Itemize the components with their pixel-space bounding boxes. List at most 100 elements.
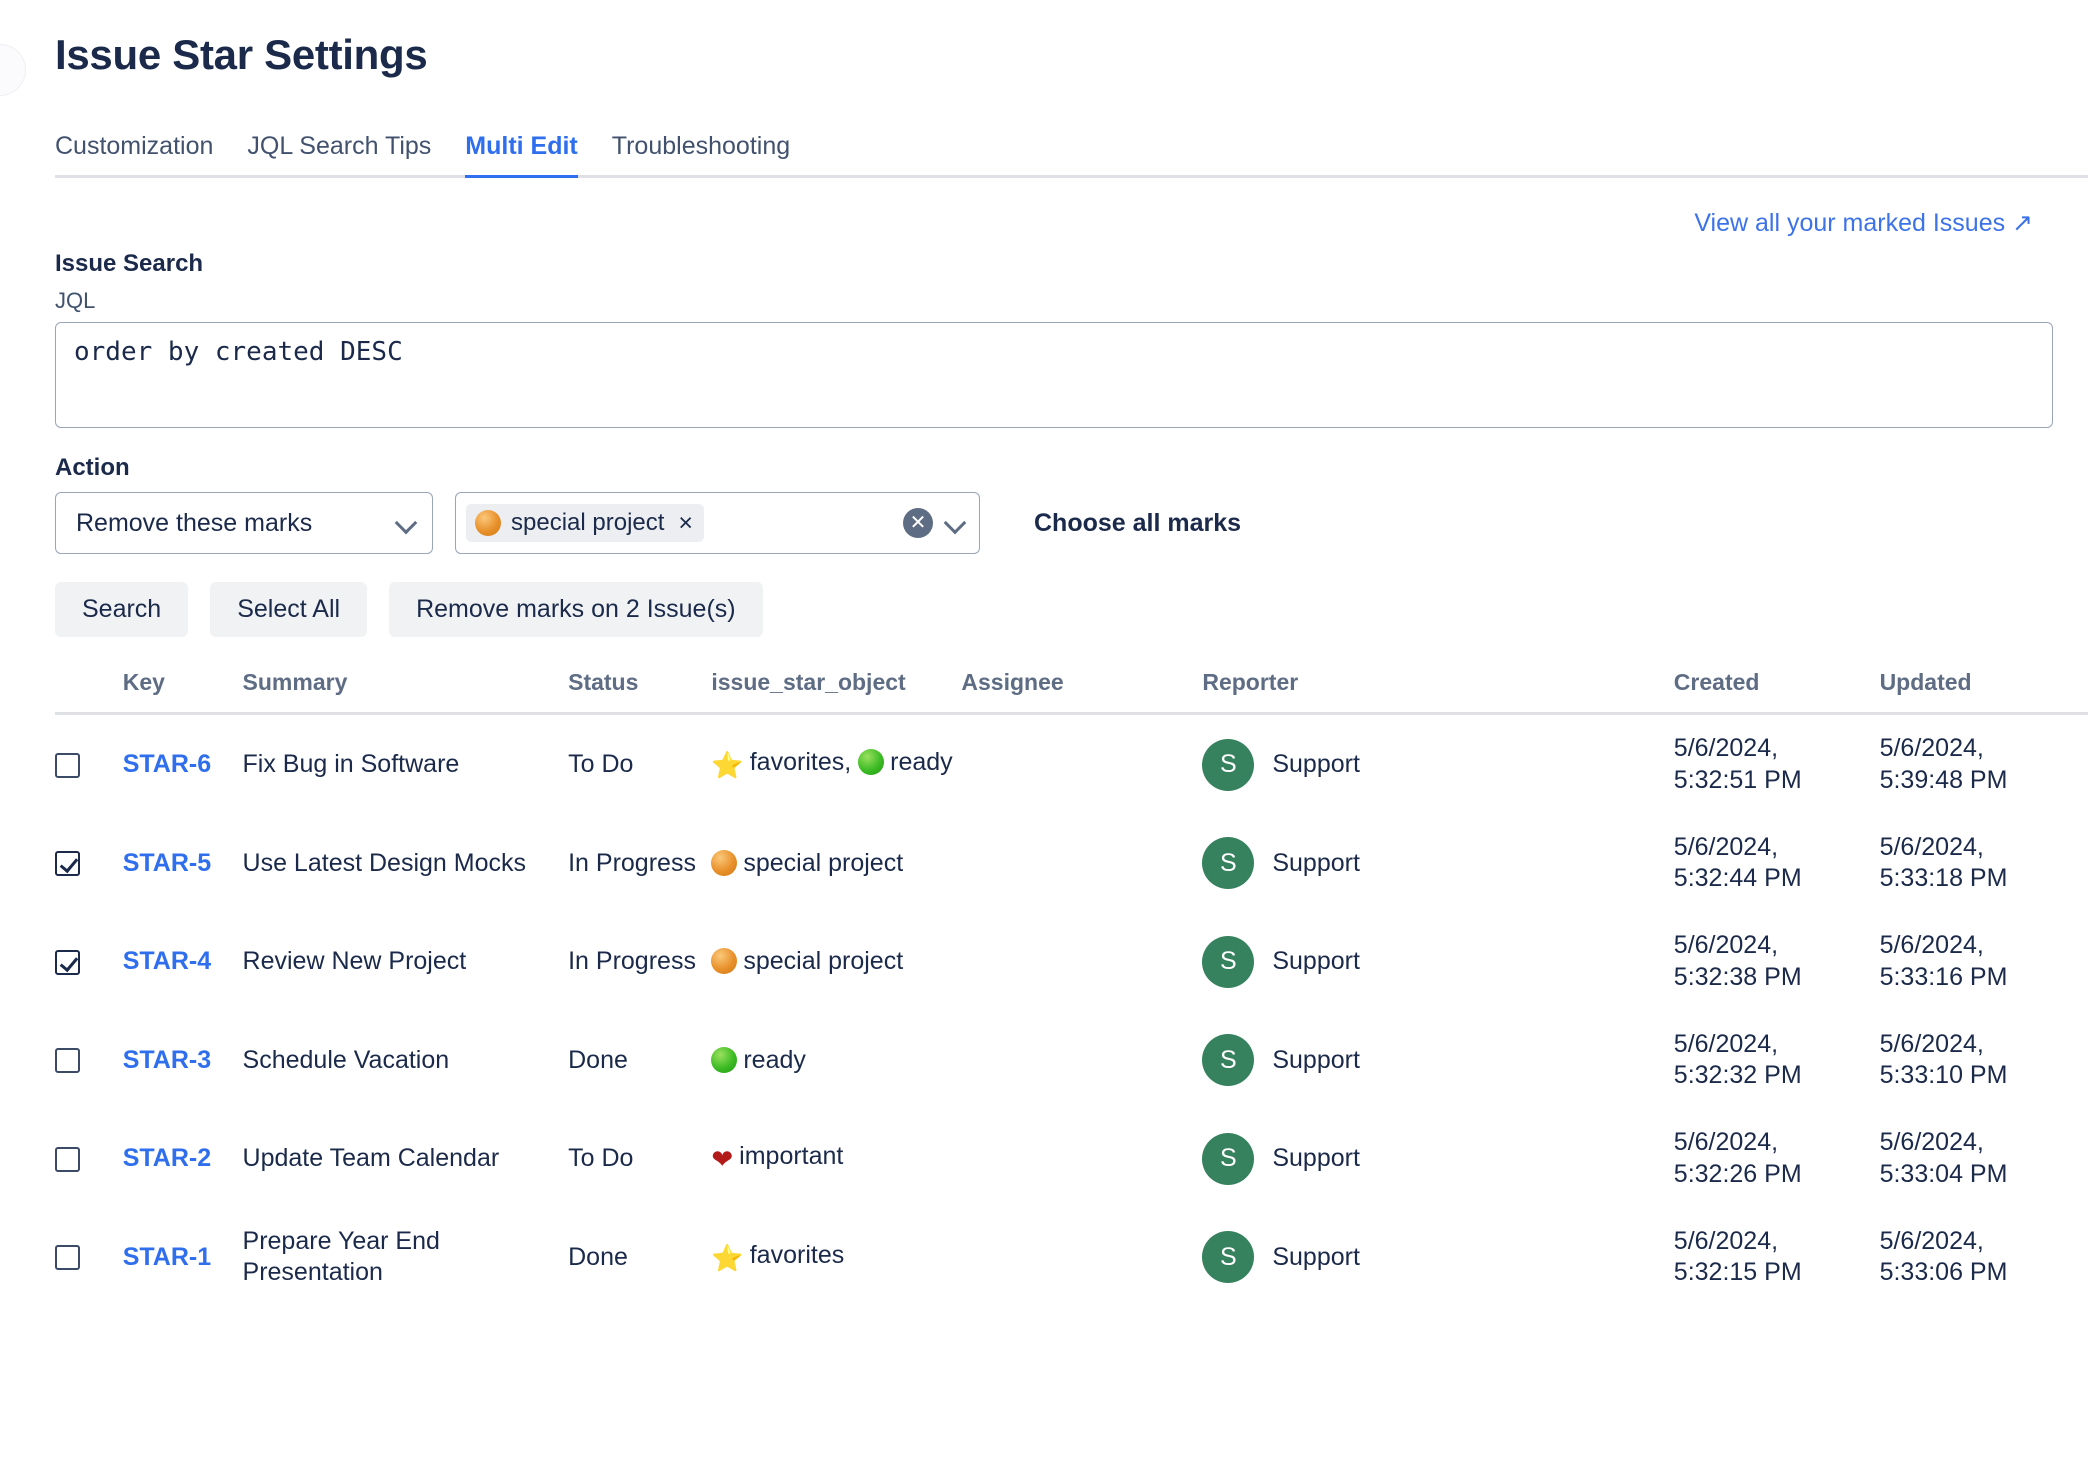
row-checkbox[interactable]	[55, 1146, 80, 1172]
status-cell: Done	[568, 1242, 628, 1271]
column-header-reporter: Reporter	[1202, 669, 1674, 716]
reporter-cell: S Support	[1202, 714, 1673, 814]
issue-key-link[interactable]: STAR-3	[123, 1046, 211, 1074]
table-row: STAR-3 Schedule Vacation Done ready S Support…	[55, 1011, 2088, 1110]
mark-label: favorites,	[749, 748, 852, 777]
chevron-down-icon	[396, 513, 416, 533]
row-checkbox[interactable]	[55, 949, 80, 975]
issue-star-object-cell: ready	[711, 1011, 961, 1110]
reporter-name: Support	[1272, 1045, 1360, 1074]
status-cell: In Progress	[568, 947, 696, 976]
mark-token-label: special project	[511, 509, 665, 537]
page-root: Issue Star Settings Customization JQL Sea…	[0, 30, 2088, 1306]
remove-token-icon[interactable]: ×	[678, 510, 693, 536]
updated-cell: 5/6/2024, 5:33:10 PM	[1879, 1029, 2008, 1090]
avatar: S	[1202, 738, 1255, 791]
action-row: Remove these marks special project × ✕ C…	[55, 492, 2088, 555]
status-cell: To Do	[568, 750, 634, 779]
issue-key-link[interactable]: STAR-1	[123, 1243, 211, 1271]
assignee-cell	[961, 1011, 1202, 1110]
assignee-cell	[961, 1208, 1202, 1307]
marks-multiselect[interactable]: special project × ✕	[455, 492, 980, 555]
status-cell: Done	[568, 1045, 628, 1074]
row-checkbox[interactable]	[55, 851, 80, 877]
mark-label: important	[739, 1142, 844, 1171]
issue-key-link[interactable]: STAR-2	[123, 1144, 211, 1172]
orange-circle-icon	[475, 510, 501, 537]
created-cell: 5/6/2024, 5:32:38 PM	[1673, 931, 1802, 991]
updated-cell: 5/6/2024, 5:33:18 PM	[1879, 832, 2008, 893]
reporter-name: Support	[1272, 848, 1360, 877]
search-button[interactable]: Search	[55, 582, 189, 638]
table-body: STAR-6 Fix Bug in Software To Do ⭐ favorites…	[55, 714, 2088, 1307]
jql-label: JQL	[55, 288, 96, 314]
summary-cell: Use Latest Design Mocks	[242, 848, 526, 877]
table-row: STAR-6 Fix Bug in Software To Do ⭐ favorites…	[55, 714, 2088, 814]
mark-list: ❤ important	[711, 1141, 953, 1176]
action-select[interactable]: Remove these marks	[55, 492, 433, 555]
key-cell: STAR-5	[123, 814, 243, 913]
remove-marks-button[interactable]: Remove marks on 2 Issue(s)	[389, 582, 763, 638]
green-circle-icon	[711, 1046, 738, 1073]
summary-cell: Prepare Year End Presentation	[242, 1226, 440, 1287]
reporter: S Support	[1202, 837, 1665, 890]
created-cell: 5/6/2024, 5:32:44 PM	[1673, 832, 1802, 893]
issue-star-object-cell: special project	[711, 814, 961, 913]
assignee-cell	[961, 1109, 1202, 1208]
jql-input[interactable]: order by created DESC	[55, 322, 2053, 429]
table-row: STAR-4 Review New Project In Progress speci…	[55, 912, 2088, 1011]
issue-star-object-cell: special project	[711, 912, 961, 1011]
column-header-created: Created	[1673, 669, 1880, 716]
row-checkbox[interactable]	[55, 1245, 80, 1271]
mark-list: ready	[711, 1045, 953, 1076]
column-header-key: Key	[122, 669, 243, 716]
avatar: S	[1202, 1132, 1255, 1185]
issue-key-link[interactable]: STAR-4	[123, 947, 211, 975]
mark-label: ready	[743, 1045, 806, 1074]
mark-list: ⭐ favorites, ready	[711, 747, 953, 782]
reporter: S Support	[1202, 1231, 1665, 1284]
created-cell: 5/6/2024, 5:32:51 PM	[1673, 734, 1802, 794]
mark-label: special project	[743, 848, 904, 877]
orange-circle-icon	[711, 849, 738, 876]
status-cell: To Do	[568, 1144, 634, 1173]
table-row: STAR-1 Prepare Year End Presentation Done ⭐…	[55, 1208, 2088, 1307]
reporter-name: Support	[1272, 1144, 1360, 1173]
action-buttons: Search Select All Remove marks on 2 Issu…	[55, 582, 2088, 638]
avatar: S	[1202, 1034, 1255, 1087]
tab-customization[interactable]: Customization	[55, 128, 213, 178]
tab-jql-search-tips[interactable]: JQL Search Tips	[247, 128, 431, 178]
updated-cell: 5/6/2024, 5:33:06 PM	[1879, 1226, 2008, 1287]
assignee-cell	[961, 714, 1202, 814]
issue-star-object-cell: ⭐ favorites, ready	[711, 714, 961, 814]
table-row: STAR-2 Update Team Calendar To Do ❤ importan…	[55, 1109, 2088, 1208]
mark-label: special project	[743, 947, 904, 976]
avatar: S	[1202, 837, 1255, 890]
reporter: S Support	[1202, 1132, 1665, 1185]
mark-token[interactable]: special project ×	[466, 504, 705, 543]
row-checkbox[interactable]	[55, 752, 80, 778]
select-all-button[interactable]: Select All	[210, 582, 368, 638]
key-cell: STAR-6	[123, 714, 243, 814]
tab-multi-edit[interactable]: Multi Edit	[465, 128, 578, 179]
created-cell: 5/6/2024, 5:32:26 PM	[1673, 1128, 1802, 1188]
view-marked-issues-link[interactable]: View all your marked Issues ↗	[1694, 208, 2033, 238]
status-cell: In Progress	[568, 848, 696, 877]
reporter: S Support	[1202, 1034, 1665, 1087]
reporter-cell: S Support	[1202, 814, 1673, 913]
clear-selection-icon[interactable]: ✕	[903, 508, 933, 539]
green-circle-icon	[858, 749, 885, 776]
row-checkbox[interactable]	[55, 1048, 80, 1074]
issue-star-object-cell: ❤ important	[711, 1109, 961, 1208]
row-select-cell	[55, 1208, 123, 1307]
issue-key-link[interactable]: STAR-5	[123, 849, 211, 877]
tab-troubleshooting[interactable]: Troubleshooting	[612, 128, 790, 178]
top-link-row: View all your marked Issues ↗	[55, 178, 2088, 238]
issue-key-link[interactable]: STAR-6	[123, 750, 211, 778]
chevron-down-icon[interactable]	[945, 513, 965, 533]
reporter-cell: S Support	[1202, 912, 1673, 1011]
row-select-cell	[55, 1109, 123, 1208]
avatar: S	[1202, 935, 1255, 988]
heart-icon: ❤	[711, 1144, 734, 1175]
action-heading: Action	[55, 454, 130, 482]
